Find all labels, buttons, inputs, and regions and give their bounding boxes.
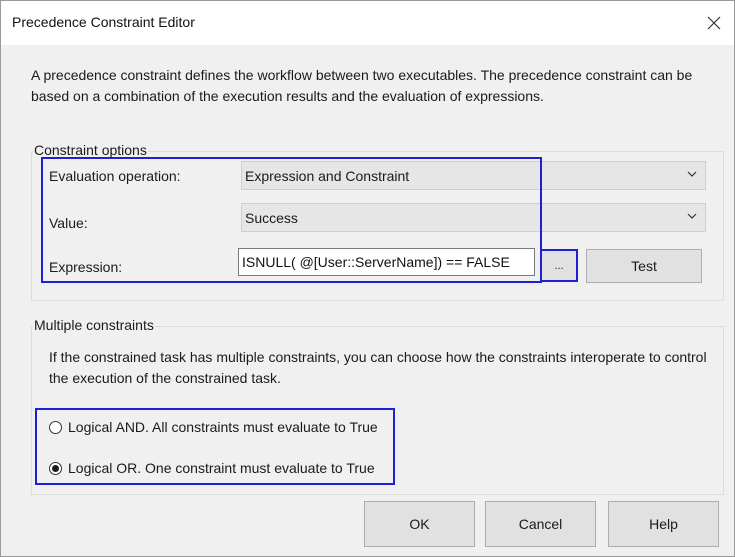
evaluation-operation-value: Expression and Constraint bbox=[245, 168, 410, 184]
multiple-constraints-description: If the constrained task has multiple con… bbox=[49, 349, 707, 386]
cancel-button[interactable]: Cancel bbox=[485, 501, 596, 547]
logical-or-label: Logical OR. One constraint must evaluate… bbox=[68, 460, 375, 476]
value-select-value: Success bbox=[245, 210, 298, 226]
radio-circle-icon bbox=[49, 420, 62, 434]
radio-dot-icon bbox=[52, 464, 59, 472]
ok-button[interactable]: OK bbox=[364, 501, 475, 547]
close-button[interactable] bbox=[700, 9, 728, 37]
precedence-constraint-editor-dialog: Precedence Constraint Editor A precedenc… bbox=[0, 0, 735, 557]
logical-and-label: Logical AND. All constraints must evalua… bbox=[68, 419, 378, 435]
expression-input[interactable]: ISNULL( @[User::ServerName]) == FALSE bbox=[238, 248, 535, 276]
expression-builder-button[interactable]: ... bbox=[540, 249, 578, 282]
close-icon bbox=[707, 16, 721, 30]
chevron-down-icon bbox=[687, 171, 697, 177]
value-select[interactable]: Success bbox=[241, 203, 706, 232]
expression-value: ISNULL( @[User::ServerName]) == FALSE bbox=[242, 254, 510, 270]
dialog-description: A precedence constraint defines the work… bbox=[31, 67, 693, 104]
value-label: Value: bbox=[49, 215, 88, 231]
dialog-title: Precedence Constraint Editor bbox=[12, 14, 195, 30]
evaluation-operation-select[interactable]: Expression and Constraint bbox=[241, 161, 706, 190]
multiple-constraints-label: Multiple constraints bbox=[33, 317, 155, 333]
evaluation-operation-label: Evaluation operation: bbox=[49, 168, 181, 184]
test-button[interactable]: Test bbox=[586, 249, 702, 283]
chevron-down-icon bbox=[687, 213, 697, 219]
title-bar: Precedence Constraint Editor bbox=[1, 1, 734, 45]
logical-and-radio[interactable]: Logical AND. All constraints must evalua… bbox=[49, 419, 378, 435]
radio-selected-icon bbox=[49, 461, 62, 475]
logical-or-radio[interactable]: Logical OR. One constraint must evaluate… bbox=[49, 460, 375, 476]
constraint-options-label: Constraint options bbox=[33, 142, 148, 158]
help-button[interactable]: Help bbox=[608, 501, 719, 547]
expression-label: Expression: bbox=[49, 259, 123, 275]
